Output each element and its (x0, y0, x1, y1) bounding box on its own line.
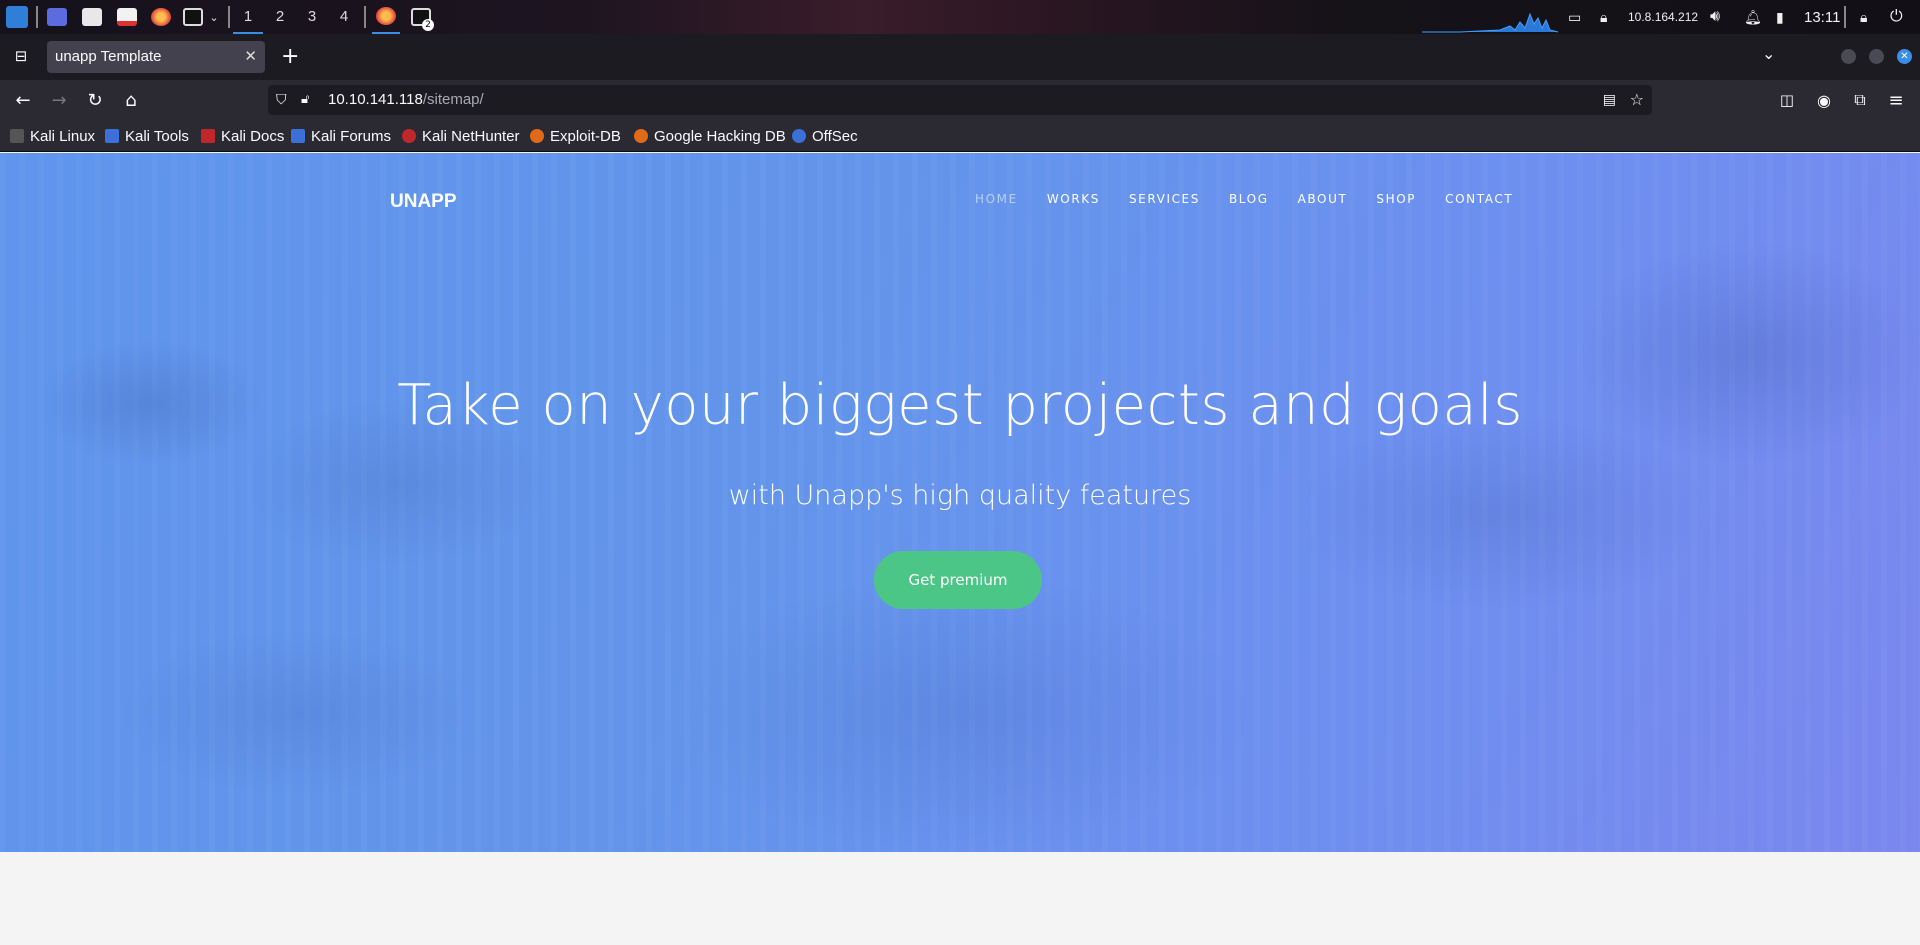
exploit-db-icon (530, 129, 544, 143)
workspace-3[interactable]: 3 (297, 0, 327, 34)
offsec-icon (792, 129, 806, 143)
firefox-view-icon[interactable]: ⊟ (10, 45, 32, 67)
ip-address: 10.8.164.212 (1628, 10, 1699, 24)
kali-forums-icon (291, 129, 305, 143)
nav-home[interactable]: HOME (975, 192, 1018, 206)
list-tabs-icon[interactable]: ⌄ (1762, 44, 1775, 63)
taskbar-separator (364, 6, 366, 28)
browser-nav-bar: ← → ↻ ⌂ ⛉ 🔓︎ 10.10.141.118/sitemap/ ▤ ☆ … (0, 80, 1920, 120)
nav-works[interactable]: WORKS (1047, 192, 1100, 206)
site-logo[interactable]: UNAPP (390, 191, 457, 213)
kali-nethunter-icon (402, 129, 416, 143)
notification-bell-icon[interactable]: 🔔︎ (1744, 0, 1762, 34)
bookmark-label: Kali Tools (125, 127, 189, 145)
new-tab-icon[interactable]: + (281, 44, 299, 69)
workspace-1[interactable]: 1 (233, 0, 263, 34)
forward-icon[interactable]: → (44, 80, 74, 120)
taskbar-separator (228, 6, 230, 28)
bookmark-label: Kali Docs (221, 127, 285, 145)
extensions-icon[interactable]: ⧉ (1845, 80, 1875, 120)
bookmarks-toolbar: Kali Linux Kali Tools Kali Docs Kali For… (0, 120, 1920, 152)
bookmark-kali-docs[interactable]: Kali Docs (201, 120, 284, 152)
reload-icon[interactable]: ↻ (80, 80, 110, 120)
workspace-4[interactable]: 4 (329, 0, 359, 34)
hero-headline: Take on your biggest projects and goals (397, 373, 1523, 438)
insecure-lock-icon[interactable]: 🔓︎ (301, 85, 309, 115)
clock: 13:11 (1804, 8, 1841, 26)
browser-tab-bar: ⊟ unapp Template ✕ + ⌄ ✕ (0, 34, 1920, 80)
hero-section: UNAPP HOME WORKS SERVICES BLOG ABOUT SHO… (0, 153, 1920, 852)
bookmark-label: Kali Forums (311, 127, 392, 145)
bookmark-kali-linux[interactable]: Kali Linux (10, 120, 95, 152)
site-security-shield-icon[interactable]: ⛉ (276, 85, 287, 115)
network-graph (1420, 0, 1560, 34)
tab-close-icon[interactable]: ✕ (244, 41, 257, 73)
taskbar-separator (1844, 6, 1846, 28)
url-path: /sitemap/ (422, 91, 484, 108)
bookmark-label: Kali NetHunter (422, 127, 520, 145)
bookmark-kali-forums[interactable]: Kali Forums (291, 120, 391, 152)
firefox-window-icon[interactable] (372, 0, 400, 34)
file-manager-icon[interactable] (79, 0, 105, 34)
main-navigation: HOME WORKS SERVICES BLOG ABOUT SHOP CONT… (975, 192, 1542, 206)
menu-icon[interactable]: ≡ (1881, 80, 1911, 120)
network-activity-icon (1422, 12, 1559, 33)
bookmark-label: Kali Linux (30, 127, 96, 145)
bookmark-kali-nethunter[interactable]: Kali NetHunter (402, 120, 520, 152)
nav-blog[interactable]: BLOG (1229, 192, 1269, 206)
ghdb-icon (634, 129, 648, 143)
vpn-lock-icon: 🔒︎ (1600, 8, 1608, 25)
bookmark-label: OffSec (812, 127, 858, 145)
lock-screen-icon[interactable]: 🔒︎ (1860, 0, 1867, 34)
kali-tools-icon (105, 129, 119, 143)
launcher-dropdown-icon[interactable]: ⌄ (207, 0, 221, 34)
volume-icon[interactable]: 🔊︎ (1710, 0, 1720, 34)
close-window-icon[interactable]: ✕ (1897, 49, 1912, 64)
bookmark-label: Exploit-DB (550, 127, 621, 145)
nav-shop[interactable]: SHOP (1376, 192, 1416, 206)
url-bar[interactable]: ⛉ 🔓︎ 10.10.141.118/sitemap/ ▤ ☆ (268, 85, 1652, 115)
bookmark-exploit-db[interactable]: Exploit-DB (530, 120, 621, 152)
bookmark-star-icon[interactable]: ☆ (1630, 85, 1644, 115)
bookmark-google-hacking-db[interactable]: Google Hacking DB (634, 120, 786, 152)
account-icon[interactable]: ◉ (1809, 80, 1839, 120)
taskbar-separator (36, 6, 38, 28)
back-icon[interactable]: ← (8, 80, 38, 120)
tab-active[interactable]: unapp Template ✕ (47, 41, 265, 73)
kali-menu-icon[interactable] (3, 0, 31, 34)
text-editor-icon[interactable] (114, 0, 140, 34)
terminal-count-badge: 2 (422, 19, 434, 31)
maximize-window-icon[interactable] (1869, 49, 1884, 64)
url-host: 10.10.141.118 (328, 91, 423, 108)
get-premium-button[interactable]: Get premium (874, 551, 1042, 609)
home-icon[interactable]: ⌂ (116, 80, 146, 120)
terminal-launcher-icon[interactable] (180, 0, 206, 34)
display-icon[interactable]: ▭ (1568, 0, 1581, 34)
minimize-window-icon[interactable] (1841, 49, 1856, 64)
hero-subheadline: with Unapp's high quality features (728, 480, 1192, 511)
pocket-icon[interactable]: ◫ (1772, 80, 1802, 120)
battery-icon: ▮ (1776, 8, 1784, 25)
reader-view-icon[interactable]: ▤ (1603, 85, 1616, 115)
bookmark-offsec[interactable]: OffSec (792, 120, 858, 152)
firefox-launcher-icon[interactable] (148, 0, 174, 34)
nav-services[interactable]: SERVICES (1129, 192, 1200, 206)
kali-dragon-icon (10, 129, 24, 143)
bookmark-label: Google Hacking DB (654, 127, 786, 145)
terminal-window-icon[interactable]: 2 (406, 0, 436, 34)
bookmark-kali-tools[interactable]: Kali Tools (105, 120, 189, 152)
workspace-2[interactable]: 2 (265, 0, 295, 34)
kali-docs-icon (201, 129, 215, 143)
logout-icon[interactable]: ⏻ (1890, 0, 1903, 34)
tab-title: unapp Template (55, 48, 162, 65)
desktop-taskbar: ⌄ 1 2 3 4 2 ▭ 🔒︎ 10.8.164.212 🔊︎ 🔔︎ ▮ 13… (0, 0, 1920, 34)
web-page: UNAPP HOME WORKS SERVICES BLOG ABOUT SHO… (0, 153, 1920, 945)
show-desktop-icon[interactable] (44, 0, 70, 34)
nav-contact[interactable]: CONTACT (1445, 192, 1513, 206)
nav-about[interactable]: ABOUT (1298, 192, 1348, 206)
